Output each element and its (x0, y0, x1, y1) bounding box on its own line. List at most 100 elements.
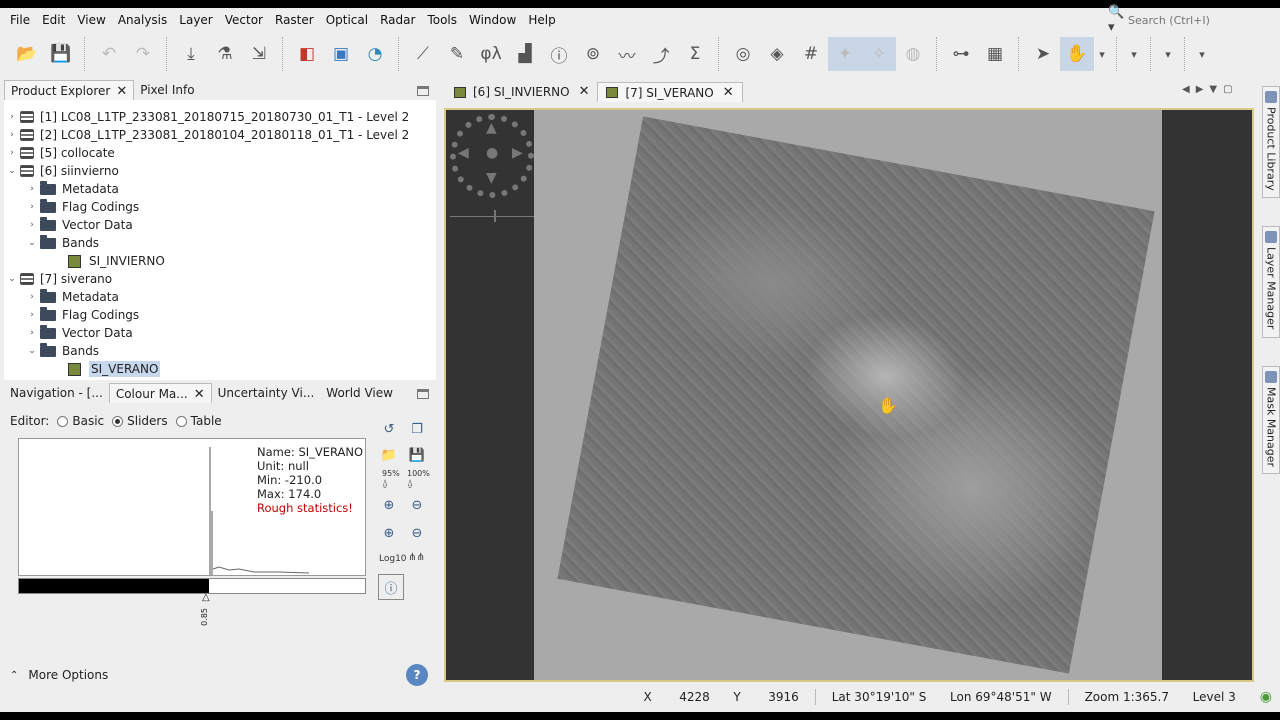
histogram-area[interactable]: Name: SI_VERANO Unit: null Min: -210.0 M… (18, 438, 366, 576)
tree-node-product[interactable]: ⌄ [6] siinvierno (4, 162, 119, 180)
graticule-icon[interactable]: # (794, 37, 828, 71)
expand-icon[interactable]: › (24, 220, 40, 230)
zoom-in-vertical-icon[interactable]: ⊕ (378, 522, 400, 544)
menu-edit[interactable]: Edit (36, 8, 71, 32)
tab-colour-manipulation[interactable]: Colour Ma... ✕ (108, 383, 212, 403)
tree-node-band[interactable]: SI_INVIERNO (44, 252, 165, 270)
search-input[interactable] (1128, 13, 1268, 27)
tree-node-folder[interactable]: › Vector Data (24, 324, 133, 342)
tab-pixel-info[interactable]: Pixel Info (134, 80, 200, 100)
radio-table[interactable] (175, 415, 187, 427)
chevron-down-icon[interactable]: ▾ (1158, 37, 1178, 71)
tree-node-product[interactable]: › [1] LC08_L1TP_233081_20180715_20180730_… (4, 108, 409, 126)
slider-value[interactable]: 0.85 (200, 608, 209, 626)
tree-node-folder[interactable]: › Metadata (24, 180, 119, 198)
tree-node-folder[interactable]: › Vector Data (24, 216, 133, 234)
distribute-icon[interactable]: ⋔⋔ (408, 552, 425, 563)
tree-node-folder[interactable]: › Flag Codings (24, 306, 139, 324)
save-product-icon[interactable]: 💾 (44, 37, 78, 71)
percent-100-label[interactable]: 100% (407, 469, 430, 478)
collapse-icon[interactable]: ⌄ (24, 346, 40, 356)
zoom-out-vertical-icon[interactable]: ⊖ (406, 522, 428, 544)
tie-point-icon[interactable]: ✧ (862, 37, 896, 71)
menu-optical[interactable]: Optical (320, 8, 374, 32)
export-palette-icon[interactable]: 💾 (406, 444, 428, 466)
overlay-icon[interactable]: ✦ (828, 37, 862, 71)
open-product-icon[interactable]: 📂 (10, 37, 44, 71)
image-viewport[interactable]: ▲ ▼ ◀ ▶ ● ✋ (444, 108, 1254, 682)
zoom-in-horizontal-icon[interactable]: ⊕ (378, 494, 400, 516)
menu-tools[interactable]: Tools (421, 8, 463, 32)
chevron-down-icon[interactable]: ▾ (1124, 37, 1144, 71)
radio-sliders[interactable] (112, 415, 124, 427)
tab-navigation[interactable]: Navigation - [... (4, 383, 109, 403)
menu-vector[interactable]: Vector (219, 8, 269, 32)
information-icon[interactable]: ⓘ (542, 37, 576, 71)
pan-down-icon[interactable]: ▼ (486, 170, 497, 186)
graph-builder-icon[interactable]: ⊶ (944, 37, 978, 71)
scroll-left-icon[interactable]: ◀ (1182, 84, 1190, 95)
gcp-manager-icon[interactable]: ◈ (760, 37, 794, 71)
world-map-icon[interactable]: ◔ (358, 37, 392, 71)
collapse-icon[interactable]: ⌄ (4, 274, 20, 284)
chevron-down-icon[interactable]: ▾ (1094, 37, 1110, 71)
menu-window[interactable]: Window (463, 8, 522, 32)
tree-node-product[interactable]: › [2] LC08_L1TP_233081_20180104_20180118_… (4, 126, 409, 144)
close-icon[interactable]: ✕ (116, 84, 127, 99)
colour-slider-bar[interactable] (18, 578, 366, 594)
scroll-right-icon[interactable]: ▶ (1196, 84, 1204, 95)
select-tool-icon[interactable]: ➤ (1026, 37, 1060, 71)
import-vector-icon[interactable]: ⤓ (174, 37, 208, 71)
pin-manager-icon[interactable]: ◎ (726, 37, 760, 71)
menu-help[interactable]: Help (522, 8, 561, 32)
tab-layer-manager[interactable]: Layer Manager (1262, 226, 1280, 338)
zoom-slider[interactable] (450, 216, 534, 217)
tree-node-folder[interactable]: › Flag Codings (24, 198, 139, 216)
spectrum-icon[interactable]: φλ (474, 37, 508, 71)
close-icon[interactable]: ✕ (579, 82, 590, 102)
chevron-down-icon[interactable]: ▾ (1192, 37, 1212, 71)
tab-world-view[interactable]: World View (320, 383, 399, 403)
maximize-icon[interactable]: ▢ (1223, 84, 1232, 95)
correlative-plot-icon[interactable]: ⤴ (644, 37, 678, 71)
batch-processing-icon[interactable]: ▦ (978, 37, 1012, 71)
zoom-out-horizontal-icon[interactable]: ⊖ (406, 494, 428, 516)
help-icon[interactable]: ? (406, 664, 428, 686)
tab-document-0[interactable]: [6] SI_INVIERNO ✕ (446, 82, 597, 102)
tree-node-product[interactable]: › [5] collocate (4, 144, 115, 162)
resample-icon[interactable]: ⇲ (242, 37, 276, 71)
tab-product-library[interactable]: Product Library (1262, 86, 1280, 198)
redo-icon[interactable]: ↷ (126, 37, 160, 71)
draw-line-icon[interactable]: ⟋ (406, 37, 440, 71)
image-view-icon[interactable]: ▣ (324, 37, 358, 71)
satellite-band-image[interactable] (557, 116, 1155, 674)
menu-analysis[interactable]: Analysis (112, 8, 173, 32)
more-options-row[interactable]: ⌃ More Options (10, 668, 108, 682)
expand-icon[interactable]: › (4, 112, 20, 122)
reset-icon[interactable]: ↺ (378, 418, 400, 440)
menu-raster[interactable]: Raster (269, 8, 320, 32)
expand-icon[interactable]: › (4, 130, 20, 140)
pan-up-icon[interactable]: ▲ (486, 120, 497, 136)
search-box[interactable]: 🔍▾ (1108, 5, 1272, 35)
expand-icon[interactable]: › (24, 184, 40, 194)
expand-icon[interactable]: › (24, 202, 40, 212)
tab-mask-manager[interactable]: Mask Manager (1262, 366, 1280, 474)
tree-node-folder[interactable]: ⌄ Bands (24, 234, 99, 252)
expand-icon[interactable]: › (4, 148, 20, 158)
expand-icon[interactable]: › (24, 292, 40, 302)
radio-basic[interactable] (57, 415, 69, 427)
multi-apply-icon[interactable]: ❐ (406, 418, 428, 440)
no-data-overlay-icon[interactable]: ◍ (896, 37, 930, 71)
range-100-icon[interactable]: ⍙ (407, 478, 413, 489)
profile-plot-icon[interactable]: 〰 (610, 37, 644, 71)
edit-icon[interactable]: ✎ (440, 37, 474, 71)
tree-node-folder[interactable]: › Metadata (24, 288, 119, 306)
log-scale-button[interactable]: Log10 (379, 554, 407, 564)
close-icon[interactable]: ✕ (723, 83, 734, 103)
zoom-slider-handle[interactable] (494, 210, 496, 222)
band-maths-icon[interactable]: ⚗ (208, 37, 242, 71)
expand-icon[interactable]: › (24, 310, 40, 320)
scatter-plot-icon[interactable]: ⊚ (576, 37, 610, 71)
range-95-icon[interactable]: ⍙ (382, 478, 388, 489)
